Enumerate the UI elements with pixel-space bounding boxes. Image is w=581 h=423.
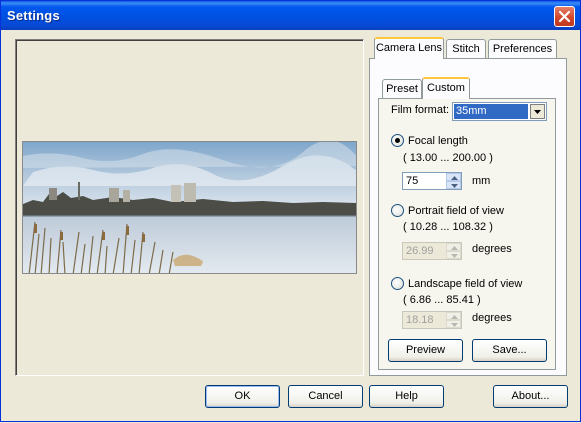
- custom-panel: [378, 98, 556, 370]
- preview-pane: [15, 39, 364, 376]
- ok-button[interactable]: OK: [205, 385, 280, 408]
- preview-button-label: Preview: [405, 344, 446, 356]
- tab-stitch-label: Stitch: [452, 43, 480, 55]
- preview-button[interactable]: Preview: [388, 339, 463, 362]
- film-format-select[interactable]: 35mm: [452, 102, 547, 121]
- subtab-custom-label: Custom: [427, 82, 465, 94]
- tab-preferences[interactable]: Preferences: [488, 39, 557, 59]
- panorama-image: [22, 141, 357, 274]
- subtab-preset[interactable]: Preset: [382, 79, 422, 99]
- chevron-down-icon: [534, 110, 541, 114]
- ok-button-label: OK: [234, 390, 251, 402]
- cancel-button[interactable]: Cancel: [288, 385, 363, 408]
- tab-camera-lens[interactable]: Camera Lens: [374, 37, 444, 59]
- save-button[interactable]: Save...: [472, 339, 547, 362]
- settings-window: Settings Camera Lens Stitch Preferences …: [0, 0, 581, 422]
- help-button-label: Help: [395, 390, 418, 402]
- close-icon: [559, 11, 570, 22]
- tab-camera-lens-label: Camera Lens: [375, 42, 443, 54]
- tab-stitch[interactable]: Stitch: [446, 39, 486, 59]
- dropdown-button[interactable]: [530, 104, 545, 119]
- about-button-label: About...: [511, 390, 550, 402]
- film-format-value: 35mm: [454, 104, 528, 119]
- close-button[interactable]: [554, 6, 575, 27]
- help-button[interactable]: Help: [369, 385, 444, 408]
- cancel-button-label: Cancel: [308, 390, 343, 402]
- about-button[interactable]: About...: [493, 385, 568, 408]
- title-bar[interactable]: Settings: [1, 1, 580, 30]
- tab-preferences-label: Preferences: [492, 43, 553, 55]
- subtab-preset-label: Preset: [386, 83, 418, 95]
- subtab-custom[interactable]: Custom: [422, 77, 470, 99]
- window-title: Settings: [7, 8, 60, 23]
- save-button-label: Save...: [492, 344, 527, 356]
